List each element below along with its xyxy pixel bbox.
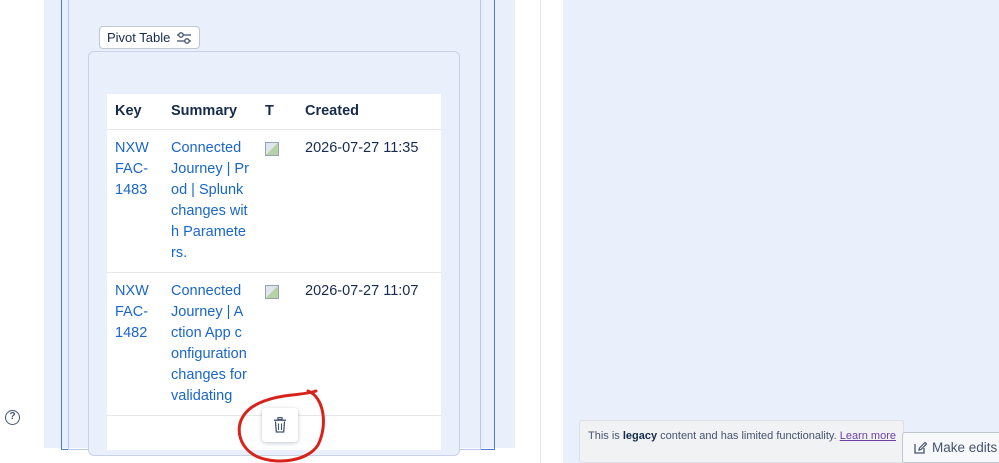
issues-table: Key Summary T Created NXWFAC-1483 Connec… xyxy=(107,94,441,416)
legacy-notice-bold: legacy xyxy=(622,430,658,442)
issue-created: 2026-07-27 11:07 xyxy=(297,272,441,416)
issue-summary-link[interactable]: Connected Journey | Prod | Splunk change… xyxy=(163,129,257,273)
legacy-notice-suffix: content and has limited functionality. xyxy=(657,430,840,442)
legacy-content-notice: This is legacy content and has limited f… xyxy=(579,420,904,463)
issue-type-icon xyxy=(265,141,279,156)
column-header-type[interactable]: T xyxy=(257,94,297,130)
left-gutter xyxy=(0,0,44,463)
column-header-summary[interactable]: Summary xyxy=(163,94,257,130)
issue-type-icon xyxy=(265,284,279,299)
make-edits-label: Make edits xyxy=(932,440,998,455)
table-row: NXWFAC-1483 Connected Journey | Prod | S… xyxy=(107,129,441,273)
delete-button[interactable] xyxy=(262,408,298,442)
panel-divider xyxy=(540,0,541,463)
issue-summary-link[interactable]: Connected Journey | Action App configura… xyxy=(163,272,257,416)
issue-key-link[interactable]: NXWFAC-1482 xyxy=(107,272,163,416)
pivot-table-button[interactable]: Pivot Table xyxy=(99,26,201,49)
issue-type-cell xyxy=(257,272,297,416)
issues-table-wrapper: Key Summary T Created NXWFAC-1483 Connec… xyxy=(107,94,441,450)
pivot-table-label: Pivot Table xyxy=(107,30,171,45)
issue-type-cell xyxy=(257,129,297,273)
table-header-row: Key Summary T Created xyxy=(107,94,441,130)
sliders-icon xyxy=(177,31,192,44)
help-icon[interactable]: ? xyxy=(5,410,20,425)
table-row: NXWFAC-1482 Connected Journey | Action A… xyxy=(107,272,441,416)
column-header-key[interactable]: Key xyxy=(107,94,163,130)
preview-panel xyxy=(563,0,999,463)
edit-icon xyxy=(914,441,927,454)
make-edits-button[interactable]: Make edits xyxy=(902,432,999,463)
issue-created: 2026-07-27 11:35 xyxy=(297,129,441,273)
trash-icon xyxy=(274,417,286,433)
legacy-notice-prefix: This is xyxy=(588,430,623,442)
learn-more-link[interactable]: Learn more xyxy=(840,430,896,442)
issue-key-link[interactable]: NXWFAC-1483 xyxy=(107,129,163,273)
column-header-created[interactable]: Created xyxy=(297,94,441,130)
